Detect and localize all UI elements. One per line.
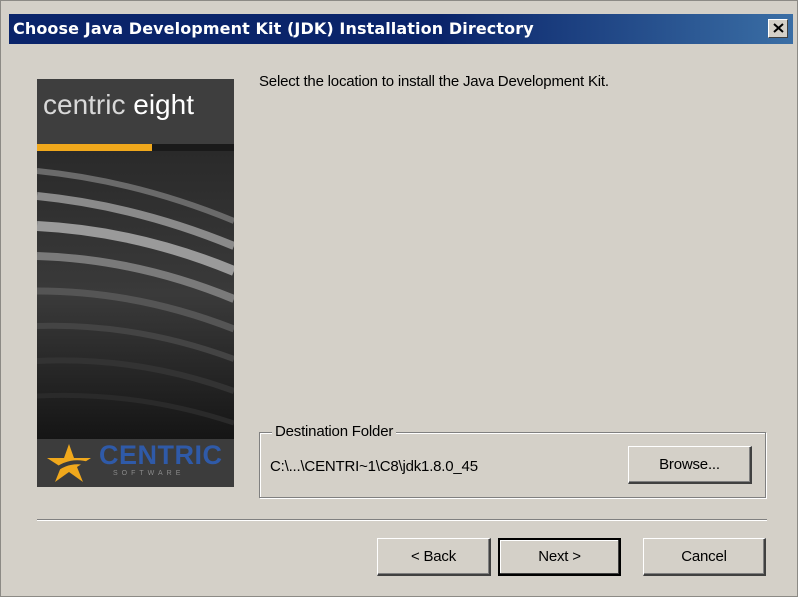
- company-name: CENTRIC: [99, 440, 223, 470]
- accent-bar: [37, 144, 152, 151]
- destination-path: C:\...\CENTRI~1\C8\jdk1.8.0_45: [270, 458, 478, 475]
- destination-group-label: Destination Folder: [272, 423, 397, 440]
- product-banner-image: centric eight CENTRIC SOFTWARE: [37, 79, 234, 487]
- next-button[interactable]: Next >: [498, 538, 621, 576]
- banner-texture: [37, 151, 234, 439]
- cancel-button[interactable]: Cancel: [643, 538, 766, 576]
- back-button[interactable]: < Back: [377, 538, 491, 576]
- company-logo: CENTRIC SOFTWARE: [37, 439, 234, 487]
- product-name-part1: centric: [43, 89, 126, 120]
- separator: [37, 519, 767, 521]
- company-tagline: SOFTWARE: [113, 470, 185, 477]
- product-logo: centric eight: [37, 79, 234, 144]
- close-button[interactable]: [768, 19, 788, 38]
- window-title: Choose Java Development Kit (JDK) Instal…: [13, 19, 534, 38]
- product-name-part2: eight: [133, 89, 194, 120]
- company-star-icon: [47, 444, 91, 482]
- close-icon: [773, 23, 784, 33]
- title-bar[interactable]: Choose Java Development Kit (JDK) Instal…: [9, 14, 793, 44]
- instruction-text: Select the location to install the Java …: [259, 73, 609, 90]
- installer-dialog: Choose Java Development Kit (JDK) Instal…: [0, 0, 798, 597]
- browse-button[interactable]: Browse...: [628, 446, 752, 484]
